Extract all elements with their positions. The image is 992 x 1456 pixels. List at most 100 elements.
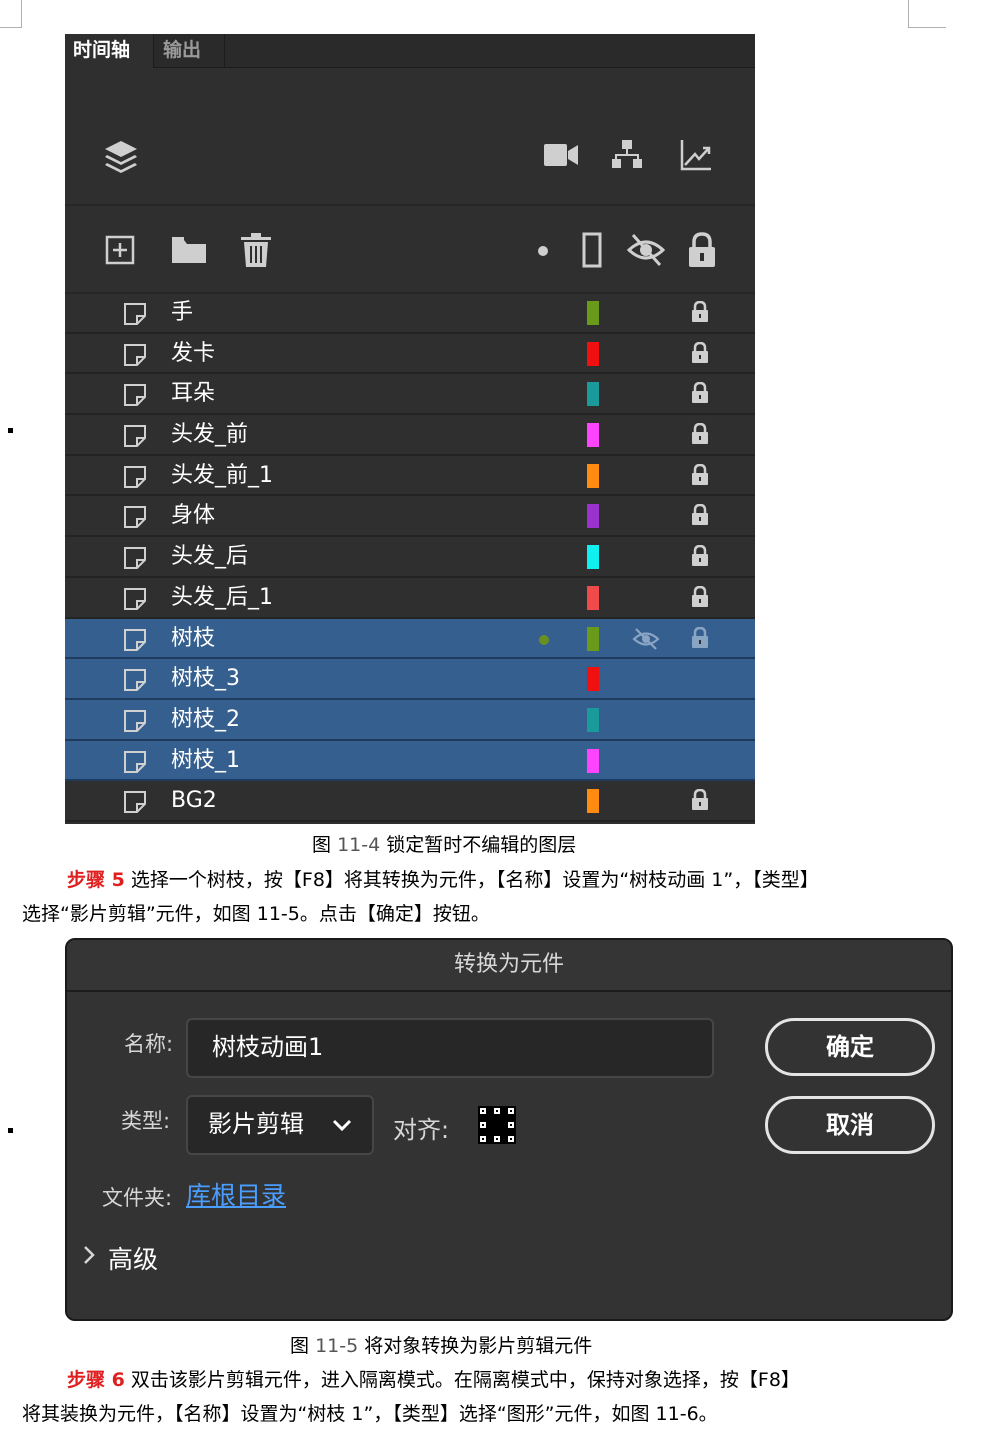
highlight-dot-icon[interactable] <box>538 246 548 256</box>
layer-row[interactable]: BG <box>65 822 755 824</box>
layer-color-swatch[interactable] <box>587 341 599 366</box>
hide-icon[interactable] <box>627 232 665 268</box>
layer-icon <box>123 668 147 696</box>
step-paragraph: 步骤 6 双击该影片剪辑元件，进入隔离模式。在隔离模式中，保持对象选择，按【F8… <box>22 1364 922 1397</box>
lock-icon[interactable] <box>691 585 709 612</box>
hide-icon[interactable] <box>632 627 660 655</box>
hierarchy-icon[interactable] <box>611 139 643 169</box>
timeline-header <box>65 68 755 206</box>
layer-icon <box>123 424 147 452</box>
type-select-value: 影片剪辑 <box>208 1110 304 1138</box>
layer-color-swatch[interactable] <box>587 789 599 814</box>
step-text: 双击该影片剪辑元件，进入隔离模式。在隔离模式中，保持对象选择，按【F8】 <box>130 1369 800 1391</box>
layer-name[interactable]: 头发_前_1 <box>171 462 273 490</box>
camera-icon[interactable] <box>543 142 579 168</box>
lock-icon[interactable] <box>691 382 709 408</box>
layer-color-swatch[interactable] <box>587 626 599 651</box>
add-layer-icon[interactable] <box>105 235 135 265</box>
tab-output[interactable]: 输出 <box>155 34 225 68</box>
lock-icon[interactable] <box>691 504 709 530</box>
lock-icon[interactable] <box>687 232 717 268</box>
layer-row[interactable]: BG2 <box>65 781 755 822</box>
layer-name[interactable]: 头发_后 <box>171 543 248 571</box>
figure-text: 锁定暂时不编辑的图层 <box>386 834 577 856</box>
step-text: 将其装换为元件，【名称】设置为“树枝 1”，【类型】选择“图形”元件，如图 11… <box>22 1403 718 1425</box>
layer-name[interactable]: 树枝_2 <box>171 706 240 734</box>
lock-icon[interactable] <box>691 422 709 449</box>
layer-row[interactable]: 耳朵 <box>65 374 755 416</box>
layer-row[interactable]: 头发_后 <box>65 537 755 578</box>
layer-color-swatch[interactable] <box>587 463 599 488</box>
layer-name[interactable]: 树枝_1 <box>171 747 240 775</box>
type-select[interactable]: 影片剪辑 <box>186 1095 374 1155</box>
layer-icon <box>123 465 147 493</box>
lock-icon[interactable] <box>691 626 709 653</box>
lock-icon[interactable] <box>691 463 709 490</box>
layer-icon <box>123 302 147 330</box>
layer-row[interactable]: 手 <box>65 293 755 334</box>
registration-grid-icon[interactable] <box>478 1106 516 1144</box>
layer-name[interactable]: 耳朵 <box>171 380 215 408</box>
trash-icon[interactable] <box>240 232 272 268</box>
layer-color-swatch[interactable] <box>587 504 599 529</box>
lock-icon[interactable] <box>691 544 709 571</box>
crop-mark-right <box>908 0 946 28</box>
layer-name[interactable]: 头发_前 <box>171 421 248 449</box>
layer-icon <box>123 709 147 737</box>
figure-text: 将对象转换为影片剪辑元件 <box>364 1335 593 1357</box>
tab-timeline[interactable]: 时间轴 <box>65 34 154 68</box>
layer-icon <box>123 505 147 533</box>
layer-color-swatch[interactable] <box>587 585 599 610</box>
layers-icon[interactable] <box>103 138 139 174</box>
layer-row[interactable]: 身体 <box>65 496 755 538</box>
dialog-title: 转换为元件 <box>67 940 951 992</box>
layer-row[interactable]: 头发_前 <box>65 415 755 456</box>
layer-name[interactable]: 身体 <box>171 502 215 530</box>
layer-row[interactable]: 头发_后_1 <box>65 578 755 619</box>
layer-name[interactable]: BG2 <box>171 787 217 815</box>
lock-icon[interactable] <box>691 341 709 368</box>
figure-number: 11-5 <box>315 1335 359 1357</box>
graph-icon[interactable] <box>679 138 713 172</box>
figure-label: 图 <box>290 1335 310 1357</box>
advanced-toggle[interactable]: 高级 <box>108 1240 158 1276</box>
folder-label: 文件夹: <box>102 1186 173 1210</box>
layer-color-swatch[interactable] <box>587 301 599 325</box>
layer-color-swatch[interactable] <box>587 667 599 692</box>
lock-icon[interactable] <box>691 788 709 815</box>
layer-name[interactable]: 树枝_3 <box>171 665 240 693</box>
layer-row[interactable]: 头发_前_1 <box>65 456 755 497</box>
chevron-right-icon[interactable] <box>83 1245 95 1265</box>
layer-color-swatch[interactable] <box>587 707 599 732</box>
layer-row[interactable]: 树枝_3 <box>65 659 755 700</box>
timeline-toolbar <box>65 208 755 294</box>
layer-row[interactable]: 树枝_2 <box>65 699 755 741</box>
ok-button[interactable]: 确定 <box>765 1018 935 1076</box>
folder-icon[interactable] <box>171 236 207 264</box>
layer-color-swatch[interactable] <box>587 545 599 570</box>
layer-name[interactable]: 头发_后_1 <box>171 584 273 612</box>
outline-icon[interactable] <box>582 232 602 268</box>
layer-icon <box>123 343 147 371</box>
layer-row[interactable]: 树枝 <box>65 618 755 660</box>
name-input[interactable]: 树枝动画1 <box>186 1018 714 1078</box>
layer-row[interactable]: 树枝_1 <box>65 740 755 782</box>
layer-icon <box>123 628 147 656</box>
layer-color-swatch[interactable] <box>587 748 599 773</box>
step-paragraph-line: 将其装换为元件，【名称】设置为“树枝 1”，【类型】选择“图形”元件，如图 11… <box>22 1398 922 1431</box>
layer-name[interactable]: 树枝 <box>171 625 215 653</box>
lock-icon[interactable] <box>691 300 709 327</box>
layer-name[interactable]: 发卡 <box>171 340 215 368</box>
layer-name[interactable]: 手 <box>171 299 193 327</box>
list-bullet <box>8 1128 13 1133</box>
type-label: 类型: <box>121 1109 171 1133</box>
layer-row[interactable]: 发卡 <box>65 334 755 375</box>
layer-color-swatch[interactable] <box>587 382 599 407</box>
timeline-panel: 时间轴 输出 手 发卡 耳朵 头发_前 头发_前_1 身体 头发_后 头发_后_… <box>65 34 755 824</box>
layer-color-swatch[interactable] <box>587 423 599 448</box>
highlight-dot-icon[interactable] <box>539 634 549 645</box>
layer-icon <box>123 546 147 574</box>
tab-bar: 时间轴 输出 <box>65 34 755 68</box>
folder-link[interactable]: 库根目录 <box>186 1176 286 1212</box>
cancel-button[interactable]: 取消 <box>765 1096 935 1154</box>
